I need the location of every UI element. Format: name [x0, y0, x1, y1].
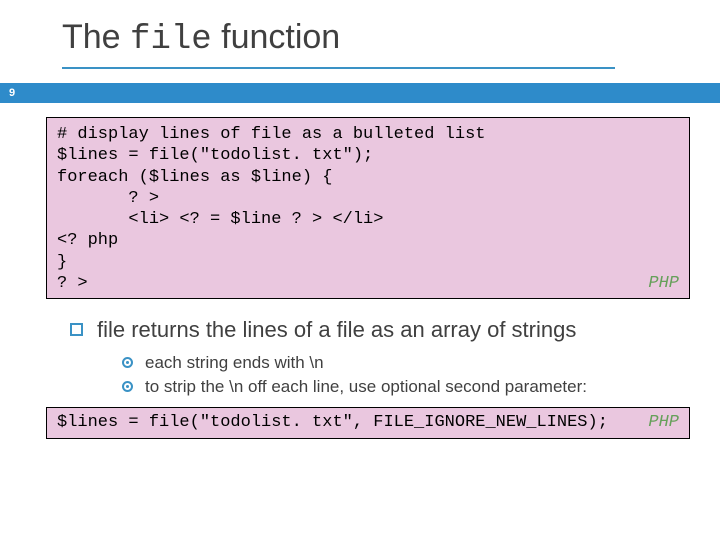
- code-line: }: [57, 253, 67, 272]
- bullet-sub-text: each string ends with \n: [145, 353, 324, 373]
- bullet-main: file returns the lines of a file as an a…: [70, 317, 690, 343]
- header-bar: 9: [0, 83, 720, 103]
- content: # display lines of file as a bulleted li…: [0, 103, 720, 439]
- bullet-main-text: file returns the lines of a file as an a…: [97, 317, 576, 343]
- slide-number: 9: [0, 83, 24, 103]
- title-post: function: [212, 18, 341, 56]
- code-line: ? >: [57, 274, 88, 293]
- code-line: # display lines of file as a bulleted li…: [57, 125, 485, 144]
- code-line: <? php: [57, 231, 118, 250]
- title-mono: file: [130, 21, 212, 59]
- circle-bullet-icon: [122, 357, 133, 368]
- sub-bullet-list: each string ends with \n to strip the \n…: [70, 353, 690, 397]
- title-pre: The: [62, 18, 130, 56]
- bullet-sub: each string ends with \n: [122, 353, 690, 373]
- code-line: <li> <? = $line ? > </li>: [57, 210, 383, 229]
- code-block-1: # display lines of file as a bulleted li…: [46, 117, 690, 299]
- slide-title: The file function: [0, 0, 720, 67]
- code-block-2: $lines = file("todolist. txt", FILE_IGNO…: [46, 407, 690, 439]
- bullet-sub: to strip the \n off each line, use optio…: [122, 377, 690, 397]
- square-bullet-icon: [70, 323, 83, 336]
- lang-label: PHP: [648, 412, 679, 434]
- circle-bullet-icon: [122, 381, 133, 392]
- bar-fill: [24, 83, 720, 103]
- code-line: foreach ($lines as $line) {: [57, 168, 332, 187]
- code-line: ? >: [57, 189, 159, 208]
- code-line: $lines = file("todolist. txt");: [57, 146, 373, 165]
- bullet-list: file returns the lines of a file as an a…: [46, 299, 690, 397]
- title-underline: [62, 67, 615, 69]
- lang-label: PHP: [648, 273, 679, 294]
- bullet-sub-text: to strip the \n off each line, use optio…: [145, 377, 587, 397]
- code-line: $lines = file("todolist. txt", FILE_IGNO…: [57, 413, 608, 432]
- slide: The file function 9 # display lines of f…: [0, 0, 720, 540]
